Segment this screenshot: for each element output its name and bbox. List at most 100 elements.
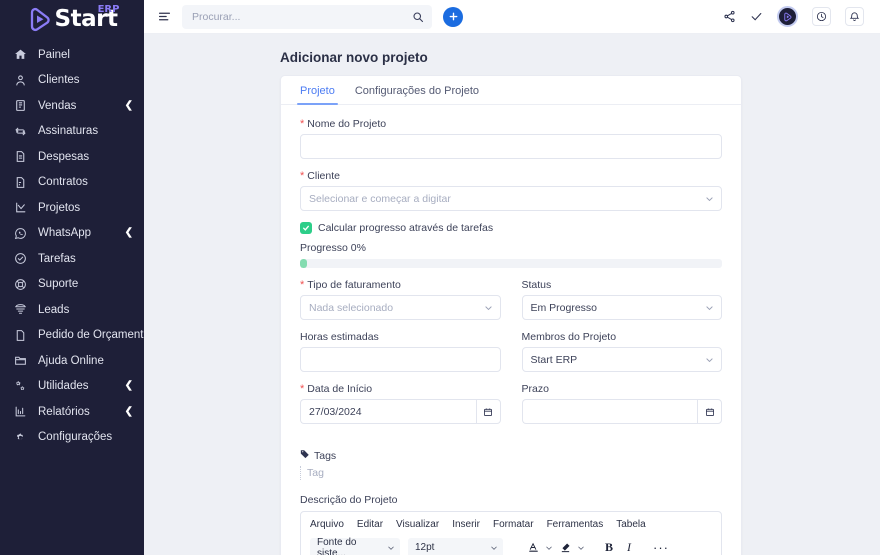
chevron-left-icon[interactable]: ❮ (125, 406, 133, 417)
sidebar-item-tarefas[interactable]: Tarefas (0, 246, 144, 272)
project-members-select[interactable]: Start ERP (521, 347, 722, 372)
start-date-field[interactable]: 27/03/2024 (300, 399, 501, 424)
font-size-select[interactable]: 12pt (408, 538, 503, 555)
menu-editar[interactable]: Editar (357, 519, 383, 530)
sidebar-item-label: Projetos (38, 201, 81, 214)
calendar-icon[interactable] (697, 399, 722, 424)
file-text-icon (13, 149, 28, 164)
chevron-down-icon (705, 303, 714, 312)
highlight-color-chevron-down-icon[interactable] (575, 544, 587, 552)
billing-type-select[interactable]: Nada selecionado (300, 295, 501, 320)
check-icon[interactable] (750, 10, 763, 23)
brand-suffix: ERP (97, 4, 120, 15)
sidebar-item-projetos[interactable]: Projetos (0, 195, 144, 221)
menu-visualizar[interactable]: Visualizar (396, 519, 439, 530)
required-marker: * (300, 169, 305, 182)
gears-icon (13, 379, 28, 394)
editor-menubar: Arquivo Editar Visualizar Inserir Format… (301, 512, 721, 535)
italic-button[interactable]: I (619, 538, 639, 555)
sidebar-item-vendas[interactable]: Vendas ❮ (0, 93, 144, 119)
chevron-left-icon[interactable]: ❮ (125, 100, 133, 111)
add-button[interactable] (443, 6, 463, 27)
estimated-hours-input[interactable] (300, 347, 501, 372)
bell-icon[interactable] (845, 7, 864, 26)
client-select[interactable]: Selecionar e começar a digitar (300, 186, 722, 211)
text-color-chevron-down-icon[interactable] (543, 544, 555, 552)
sidebar-item-label: Painel (38, 48, 70, 61)
menu-arquivo[interactable]: Arquivo (310, 519, 344, 530)
share-icon[interactable] (723, 10, 736, 23)
menu-tabela[interactable]: Tabela (616, 519, 645, 530)
sidebar-item-clientes[interactable]: Clientes (0, 68, 144, 94)
client-select-value: Selecionar e começar a digitar (309, 192, 451, 205)
deadline-field[interactable] (521, 399, 722, 424)
tags-input[interactable]: Tag (300, 466, 722, 480)
sidebar-nav: Painel Clientes Vendas ❮ Assinaturas Des… (0, 42, 144, 450)
clock-icon[interactable] (812, 7, 831, 26)
sidebar-item-relatorios[interactable]: Relatórios ❮ (0, 399, 144, 425)
gear-icon (13, 430, 28, 445)
sidebar-item-whatsapp[interactable]: WhatsApp ❮ (0, 221, 144, 247)
search-icon[interactable] (412, 11, 424, 23)
tab-projeto[interactable]: Projeto (297, 85, 338, 105)
highlight-color-icon[interactable] (555, 538, 575, 555)
bold-button[interactable]: B (599, 538, 619, 555)
sidebar-item-despesas[interactable]: Despesas (0, 144, 144, 170)
status-select[interactable]: Em Progresso (521, 295, 722, 320)
project-name-input[interactable] (300, 134, 722, 159)
chevron-left-icon[interactable]: ❮ (125, 228, 133, 238)
project-members-label: Membros do Projeto (521, 331, 617, 343)
tag-icon (300, 449, 310, 462)
project-form-card: Projeto Configurações do Projeto * Nome … (280, 75, 742, 555)
deadline-value[interactable] (521, 399, 697, 424)
chevron-down-icon (705, 194, 714, 203)
font-family-select[interactable]: Fonte do siste... (310, 537, 400, 555)
sidebar-item-ajuda-online[interactable]: Ajuda Online (0, 348, 144, 374)
brand-logo[interactable]: Start ERP (0, 0, 144, 36)
lifebuoy-icon (13, 277, 28, 292)
play-heart-logo-icon (27, 6, 53, 32)
calendar-icon[interactable] (475, 399, 501, 424)
field-status: Status Em Progresso (521, 279, 722, 320)
search-input[interactable] (190, 9, 412, 24)
sidebar-item-leads[interactable]: Leads (0, 297, 144, 323)
sidebar-item-contratos[interactable]: Contratos (0, 170, 144, 196)
start-date-value[interactable]: 27/03/2024 (300, 399, 476, 424)
billing-type-value: Nada selecionado (309, 301, 394, 314)
row-dates: * Data de Início 27/03/2024 Prazo (300, 383, 722, 435)
hamburger-icon[interactable] (154, 7, 174, 27)
status-value: Em Progresso (530, 301, 598, 314)
row-hours-members: Horas estimadas Membros do Projeto Start… (300, 331, 722, 383)
sidebar-item-pedido-de-orcamento[interactable]: Pedido de Orçamento (0, 323, 144, 349)
sidebar-item-label: Ajuda Online (38, 354, 104, 367)
field-estimated-hours: Horas estimadas (300, 331, 501, 372)
progress-slider[interactable] (300, 259, 722, 268)
tags-label: Tags (300, 449, 722, 462)
search-box[interactable] (182, 4, 432, 29)
bar-chart-icon (13, 404, 28, 419)
status-label: Status (521, 279, 552, 291)
topbar (144, 0, 880, 34)
user-icon (13, 73, 28, 88)
chevron-left-icon[interactable]: ❮ (125, 381, 133, 391)
menu-inserir[interactable]: Inserir (452, 519, 480, 530)
sidebar-item-painel[interactable]: Painel (0, 42, 144, 68)
avatar[interactable] (777, 6, 798, 27)
calc-progress-row[interactable]: Calcular progresso através de tarefas (300, 222, 722, 234)
sidebar-item-suporte[interactable]: Suporte (0, 272, 144, 298)
sidebar-item-utilidades[interactable]: Utilidades ❮ (0, 374, 144, 400)
field-project-name: * Nome do Projeto (300, 118, 722, 159)
sidebar-item-configuracoes[interactable]: Configurações (0, 425, 144, 451)
tab-configuracoes-do-projeto[interactable]: Configurações do Projeto (355, 85, 479, 104)
sidebar-item-assinaturas[interactable]: Assinaturas (0, 119, 144, 145)
calc-progress-label: Calcular progresso através de tarefas (318, 222, 494, 234)
sidebar-item-label: WhatsApp (38, 227, 92, 240)
text-color-icon[interactable] (523, 538, 543, 555)
menu-formatar[interactable]: Formatar (493, 519, 534, 530)
field-project-members: Membros do Projeto Start ERP (521, 331, 722, 372)
calc-progress-checkbox[interactable] (300, 222, 312, 234)
sidebar-item-label: Assinaturas (38, 125, 99, 138)
field-billing-type: * Tipo de faturamento Nada selecionado (300, 279, 501, 320)
menu-ferramentas[interactable]: Ferramentas (547, 519, 604, 530)
more-options-button[interactable]: ··· (651, 538, 671, 555)
